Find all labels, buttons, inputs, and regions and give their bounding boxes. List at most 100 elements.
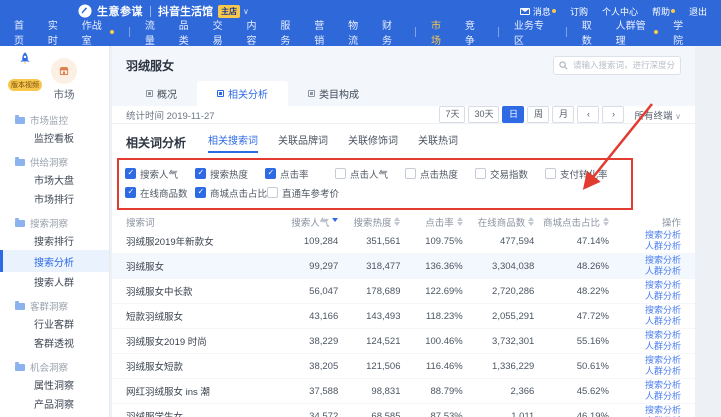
cell-search-popularity: 34,572 <box>276 411 338 417</box>
cell-keyword: 网红羽绒服女 ins 潮 <box>126 384 276 398</box>
sidebar-item[interactable]: 客群洞察 <box>0 298 109 314</box>
keyword-search[interactable] <box>553 56 681 75</box>
metric-checkbox[interactable]: 在线商品数 <box>125 186 195 200</box>
table-column-header[interactable]: 搜索人气 <box>276 215 338 229</box>
date-range-button[interactable]: ‹ <box>577 106 599 123</box>
sidebar-item[interactable]: 市场排行 <box>0 189 109 208</box>
cell-mall-click-share: 47.72% <box>534 311 609 322</box>
crowd-analysis-link[interactable]: 人群分析 <box>645 391 681 402</box>
metric-checkbox[interactable]: 点击率 <box>265 167 335 181</box>
store-badge[interactable]: 主店 <box>218 5 240 18</box>
table-row: 羽绒服学生女 34,572 68,585 87.53% 1,011 46.19%… <box>112 404 695 417</box>
crowd-analysis-link[interactable]: 人群分析 <box>645 291 681 302</box>
cell-search-popularity: 38,229 <box>276 336 338 347</box>
sidebar-item[interactable]: 市场大盘 <box>0 170 109 189</box>
store-switch-caret-icon[interactable]: ∨ <box>243 7 249 16</box>
metric-checkbox[interactable]: 直通车参考价 <box>267 186 339 200</box>
table-column-header[interactable]: 商城点击占比 <box>534 214 609 229</box>
cell-search-popularity: 43,166 <box>276 311 338 322</box>
section-tab[interactable]: 关联热词 <box>418 132 458 153</box>
cell-click-rate: 136.36% <box>400 261 462 272</box>
sidebar-item[interactable]: 供给洞察 <box>0 154 109 170</box>
page-tab[interactable]: 概况 <box>126 81 197 106</box>
page-tab[interactable]: 类目构成 <box>288 81 379 106</box>
table-column-header[interactable]: 操作 <box>609 215 681 229</box>
folder-icon <box>15 159 25 166</box>
search-input[interactable] <box>553 56 681 75</box>
rocket-icon <box>16 51 34 69</box>
cell-actions: 搜索分析 人群分析 <box>609 355 681 377</box>
topbar-link[interactable]: 订购 <box>570 5 588 18</box>
search-analysis-link[interactable]: 搜索分析 <box>645 380 681 391</box>
table-row: 羽绒服女短款 38,205 121,506 116.46% 1,336,229 … <box>112 354 695 379</box>
sidebar-item[interactable]: 产品洞察 <box>0 394 109 413</box>
stat-time-label: 统计时间 2019-11-27 <box>126 108 215 122</box>
table-column-header[interactable]: 点击率 <box>400 214 462 229</box>
topbar-link[interactable]: 个人中心 <box>602 5 638 18</box>
pin-icon <box>146 90 153 97</box>
sidebar-item[interactable]: 市场监控 <box>0 112 109 128</box>
sidebar-item[interactable]: 属性洞察 <box>0 375 109 394</box>
topbar-link[interactable]: 帮助 <box>652 5 675 18</box>
cell-search-popularity: 99,297 <box>276 261 338 272</box>
date-controls: 7天 30天 日 周 月 ‹ <box>439 106 681 123</box>
date-range-button[interactable]: 周 <box>527 106 549 123</box>
metric-checkbox[interactable]: 商城点击占比 <box>195 186 267 200</box>
sidebar-menu: 市场监控 监控看板 供给洞察 市场大盘 <box>0 112 109 413</box>
sidebar-item[interactable]: 搜索人群 <box>0 272 109 291</box>
sidebar-item[interactable]: 搜索洞察 <box>0 215 109 231</box>
crowd-analysis-link[interactable]: 人群分析 <box>645 241 681 252</box>
search-analysis-link[interactable]: 搜索分析 <box>645 230 681 241</box>
topbar-link[interactable]: 消息 <box>520 5 556 18</box>
date-range-button[interactable]: 7天 <box>439 106 465 123</box>
date-range-button[interactable]: 月 <box>552 106 574 123</box>
date-range-button[interactable]: 30天 <box>468 106 499 123</box>
checkbox-icon <box>475 168 486 179</box>
crowd-analysis-link[interactable]: 人群分析 <box>645 316 681 327</box>
search-analysis-link[interactable]: 搜索分析 <box>645 280 681 291</box>
search-analysis-link[interactable]: 搜索分析 <box>645 405 681 416</box>
table-row: 短款羽绒服女 43,166 143,493 118.23% 2,055,291 … <box>112 304 695 329</box>
section-tabs: 相关搜索词 关联品牌词 关联修饰词 关联热词 <box>208 132 458 153</box>
help-rocket-widget[interactable]: 版本视频 <box>5 51 45 92</box>
crowd-analysis-link[interactable]: 人群分析 <box>645 341 681 352</box>
section-tab[interactable]: 关联修饰词 <box>348 132 398 153</box>
table-column-header[interactable]: 在线商品数 <box>463 214 535 229</box>
table-column-header[interactable]: 搜索热度 <box>338 214 400 229</box>
stat-time-row: 统计时间 2019-11-27 7天 30天 日 周 <box>112 106 695 124</box>
sidebar-item[interactable]: 搜索排行 <box>0 231 109 250</box>
date-range-button[interactable]: 日 <box>502 106 524 123</box>
section-tab[interactable]: 相关搜索词 <box>208 132 258 153</box>
cell-mall-click-share: 46.19% <box>534 411 609 417</box>
shop-name: 抖音生活馆 <box>158 3 213 19</box>
sidebar-item[interactable]: 行业客群 <box>0 314 109 333</box>
sidebar-item[interactable]: 客群透视 <box>0 333 109 352</box>
page-tab[interactable]: 相关分析 <box>197 81 288 106</box>
metric-checkbox[interactable]: 支付转化率 <box>545 167 615 181</box>
metric-checkbox[interactable]: 交易指数 <box>475 167 545 181</box>
topbar-link[interactable]: 退出 <box>689 5 707 18</box>
folder-icon <box>15 220 25 227</box>
checkbox-icon <box>125 168 136 179</box>
notification-dot <box>552 9 556 13</box>
sidebar-item[interactable]: 机会洞察 <box>0 359 109 375</box>
metric-checkbox[interactable]: 搜索人气 <box>125 167 195 181</box>
search-analysis-link[interactable]: 搜索分析 <box>645 355 681 366</box>
search-analysis-link[interactable]: 搜索分析 <box>645 330 681 341</box>
section-tab[interactable]: 关联品牌词 <box>278 132 328 153</box>
sidebar-item[interactable]: 监控看板 <box>0 128 109 147</box>
checkbox-icon <box>195 168 206 179</box>
crowd-analysis-link[interactable]: 人群分析 <box>645 266 681 277</box>
folder-icon <box>15 117 25 124</box>
metric-checkbox[interactable]: 点击人气 <box>335 167 405 181</box>
cell-click-rate: 118.23% <box>400 311 462 322</box>
crowd-analysis-link[interactable]: 人群分析 <box>645 366 681 377</box>
table-column-header[interactable]: 搜索词 <box>126 215 276 229</box>
search-analysis-link[interactable]: 搜索分析 <box>645 305 681 316</box>
metric-checkbox[interactable]: 搜索热度 <box>195 167 265 181</box>
terminal-filter-dropdown[interactable]: 所有终端 ∨ <box>634 108 681 122</box>
search-analysis-link[interactable]: 搜索分析 <box>645 255 681 266</box>
sidebar-item[interactable]: 搜索分析 <box>0 250 109 272</box>
date-range-button[interactable]: › <box>602 106 624 123</box>
metric-checkbox[interactable]: 点击热度 <box>405 167 475 181</box>
